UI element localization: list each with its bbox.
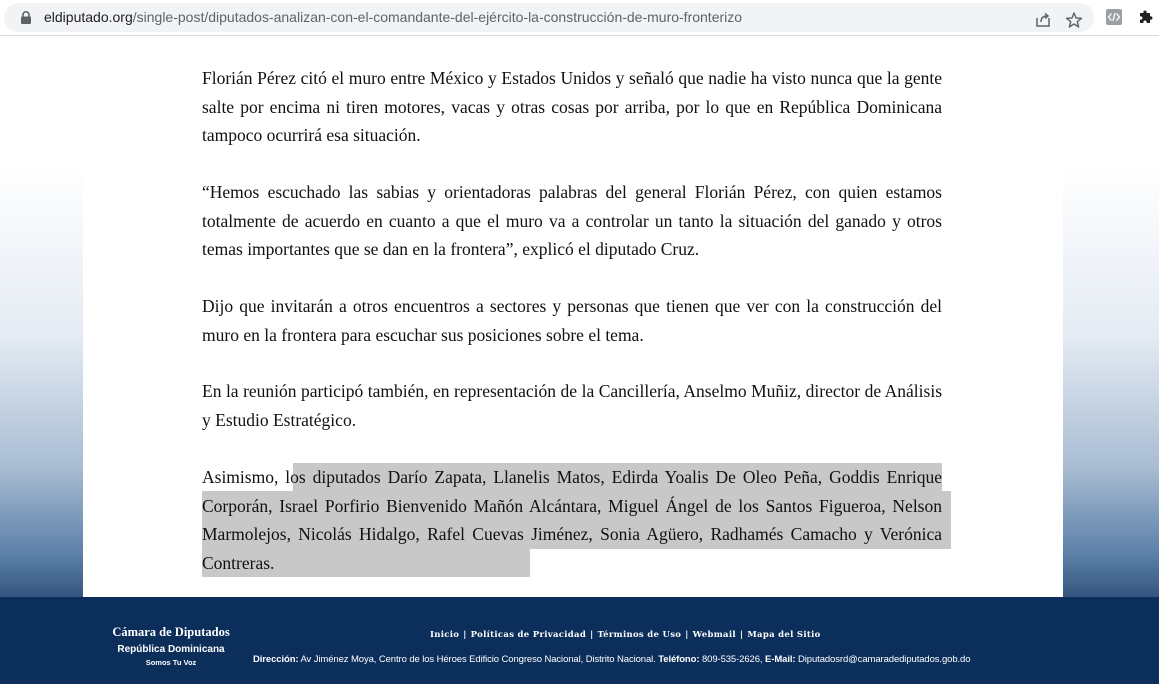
share-icon[interactable] [1034, 11, 1052, 29]
article-paragraph: “Hemos escuchado las sabias y orientador… [202, 182, 942, 259]
puzzle-icon[interactable] [1137, 8, 1155, 26]
article-paragraph: Florián Pérez citó el muro entre México … [202, 68, 942, 145]
article-paragraph-last: Asimismo, los diputados Darío Zapata, Ll… [202, 463, 942, 577]
footer-contact-info: Dirección: Av Jiménez Moya, Centro de lo… [253, 654, 971, 665]
footer-link-inicio[interactable]: Inicio [430, 630, 459, 640]
footer-link-mapa[interactable]: Mapa del Sitio [747, 630, 820, 640]
highlighted-text: los diputados Darío Zapata, Llanelis Mat… [202, 467, 942, 573]
address-label: Dirección: [253, 654, 299, 665]
footer-org-name: Cámara de Diputados [112, 625, 230, 639]
footer-link-privacidad[interactable]: Políticas de Privacidad [471, 630, 586, 640]
email-value[interactable]: Diputadosrd@camaradediputados.gob.do [798, 654, 971, 665]
site-footer: Cámara de Diputados República Dominicana… [0, 597, 1159, 684]
phone-label: Teléfono: [658, 654, 700, 665]
footer-separator: | [463, 630, 467, 640]
paragraph-lead: Asimismo, [202, 467, 279, 487]
url-text[interactable]: eldiputado.org/single-post/diputados-ana… [44, 9, 742, 26]
address-value: Av Jiménez Moya, Centro de los Héroes Ed… [300, 654, 656, 665]
lock-icon[interactable] [20, 11, 32, 24]
footer-link-terminos[interactable]: Términos de Uso [598, 630, 682, 640]
footer-slogan: Somos Tu Voz [145, 658, 197, 667]
footer-links: Inicio | Políticas de Privacidad | Términos … [430, 630, 821, 640]
footer-separator: | [590, 630, 594, 640]
article-paragraph: En la reunión participó también, en repr… [202, 381, 942, 430]
phone-value: 809-535-2626, [701, 654, 763, 665]
footer-separator: | [685, 630, 689, 640]
email-label: E-Mail: [765, 654, 796, 665]
url-path: /single-post/diputados-analizan-con-el-c… [132, 9, 743, 25]
footer-link-webmail[interactable]: Webmail [693, 630, 736, 640]
footer-country: República Dominicana [117, 644, 225, 655]
article-paragraph: Dijo que invitarán a otros encuentros a … [202, 296, 942, 345]
extension-code-icon[interactable] [1105, 8, 1123, 26]
star-icon[interactable] [1065, 11, 1083, 29]
browser-toolbar: eldiputado.org/single-post/diputados-ana… [0, 0, 1159, 36]
address-bar[interactable]: eldiputado.org/single-post/diputados-ana… [4, 3, 1094, 32]
footer-separator: | [739, 630, 744, 640]
url-host: eldiputado.org [44, 9, 133, 25]
